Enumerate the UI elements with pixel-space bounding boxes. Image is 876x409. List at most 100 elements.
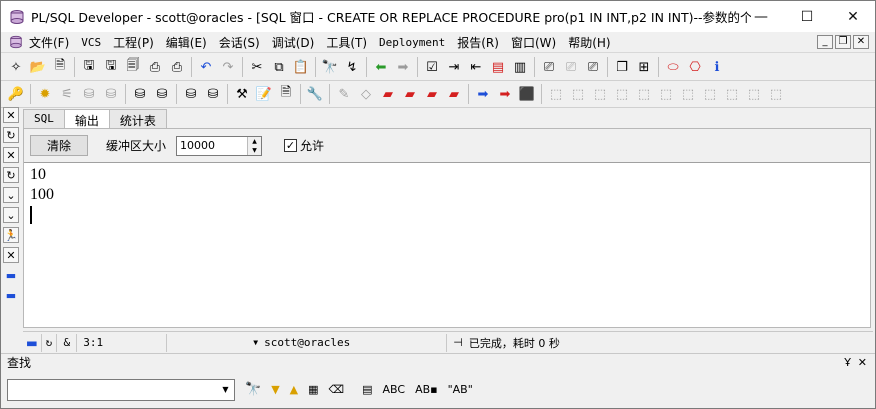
maximize-button[interactable]: ☐ [784,1,830,32]
stop-icon[interactable]: ⬛ [516,83,538,105]
layout-2-icon[interactable]: ▬ [3,287,19,303]
save-as-icon[interactable]: 🖫 [100,56,122,78]
arrow-right-red-icon[interactable]: ➡ [494,83,516,105]
brush-icon[interactable]: ✎ [333,83,355,105]
connection-selector[interactable]: ▼ scott@oracles [247,333,448,352]
highlight-all-icon[interactable]: ▦ [308,383,318,396]
binoculars-icon[interactable]: 🔭 [245,382,261,397]
allow-checkbox-box[interactable]: ✓ [284,139,298,152]
macro-5-icon[interactable]: ⬚ [633,83,655,105]
find-next-down-icon[interactable]: ▼ [271,383,279,396]
reopen-icon[interactable]: 🗎 [49,56,71,78]
commit-icon[interactable]: ⛁ [78,83,100,105]
print-icon[interactable]: ⎙ [144,56,166,78]
book-yellow-icon[interactable]: ▰ [399,83,421,105]
macro-3-icon[interactable]: ⬚ [589,83,611,105]
menu-file[interactable]: 文件(F) [23,34,75,51]
close-panel-3-icon[interactable]: ✕ [3,247,19,263]
selection-only-icon[interactable]: ▤ [362,383,372,396]
menu-tools[interactable]: 工具(T) [320,34,373,51]
open-icon[interactable]: 📂 [27,56,49,78]
find-prev-up-icon[interactable]: ▲ [290,383,298,396]
macro-11-icon[interactable]: ⬚ [765,83,787,105]
mdi-restore-button[interactable]: ❐ [835,35,851,49]
expand-icon[interactable]: ⌄ [3,207,19,223]
save-all-icon[interactable]: 🗐 [122,56,144,78]
book-icon[interactable]: ▰ [377,83,399,105]
info-icon[interactable]: ℹ [706,56,728,78]
cut-icon[interactable]: ✂ [246,56,268,78]
pin-icon[interactable]: Ұ [844,356,851,369]
paste-icon[interactable]: 📋 [290,56,312,78]
macro-9-icon[interactable]: ⬚ [721,83,743,105]
menu-reports[interactable]: 报告(R) [451,34,505,51]
redo-icon[interactable]: ↷ [217,56,239,78]
db-dropdown-icon[interactable]: ⛁ [151,83,173,105]
close-button[interactable]: ✕ [830,1,876,32]
menu-vcs[interactable]: VCS [75,36,107,49]
buffer-size-spinner[interactable]: ▲ ▼ [247,136,262,155]
find-icon[interactable]: 🔭 [319,56,341,78]
breakpoint-icon[interactable]: ⎚ [538,56,560,78]
compare-icon[interactable]: ⚒ [231,83,253,105]
close-panel-2-icon[interactable]: ✕ [3,147,19,163]
execute-icon[interactable]: ✹ [34,83,56,105]
whole-word-icon[interactable]: AB▪ [415,383,438,396]
check-syntax-icon[interactable]: ☑ [421,56,443,78]
menu-deployment[interactable]: Deployment [373,36,451,49]
book-edit-icon[interactable]: ▰ [443,83,465,105]
eraser-icon[interactable]: ◇ [355,83,377,105]
refresh-icon[interactable]: ↻ [3,127,19,143]
run-icon[interactable]: 🏃 [3,227,19,243]
macro-4-icon[interactable]: ⬚ [611,83,633,105]
minimize-button[interactable]: — [738,1,784,32]
mdi-minimize-button[interactable]: _ [817,35,833,49]
menu-window[interactable]: 窗口(W) [505,34,562,51]
macro-6-icon[interactable]: ⬚ [655,83,677,105]
explain-plan-icon[interactable]: ⛁ [180,83,202,105]
regex-icon[interactable]: "AB" [448,383,473,396]
uncomment-icon[interactable]: ▥ [509,56,531,78]
find-input[interactable]: ▼ [7,378,235,401]
arrow-right-blue-icon[interactable]: ➡ [472,83,494,105]
mdi-close-button[interactable]: ✕ [853,35,869,49]
tile-icon[interactable]: ⊞ [633,56,655,78]
step-icon[interactable]: ⎚ [560,56,582,78]
menu-debug[interactable]: 调试(D) [266,34,321,51]
match-case-icon[interactable]: ABC [383,383,406,396]
indent-icon[interactable]: ⇥ [443,56,465,78]
oracle-icon[interactable]: ⬭ [662,56,684,78]
export-icon[interactable]: 🗎 [275,83,297,105]
allow-checkbox[interactable]: ✓ 允许 [284,137,324,154]
print-setup-icon[interactable]: ⎙ [166,56,188,78]
clear-button[interactable]: 清除 [30,135,88,156]
comment-icon[interactable]: ▤ [487,56,509,78]
tab-output[interactable]: 输出 [63,109,110,129]
save-icon[interactable]: 🖫 [78,56,100,78]
pdf-icon[interactable]: ⎔ [684,56,706,78]
macro-2-icon[interactable]: ⬚ [567,83,589,105]
buffer-size-input[interactable]: 10000 ▲ ▼ [176,135,263,156]
forward-icon[interactable]: ➡ [392,56,414,78]
find-dropdown-icon[interactable]: ▼ [217,380,234,400]
tab-statistics[interactable]: 统计表 [108,109,167,129]
layout-icon[interactable]: ▬ [3,267,19,283]
menu-help[interactable]: 帮助(H) [562,34,616,51]
close-panel-icon[interactable]: ✕ [3,107,19,123]
unindent-icon[interactable]: ⇤ [465,56,487,78]
macro-7-icon[interactable]: ⬚ [677,83,699,105]
break-icon[interactable]: ⚟ [56,83,78,105]
rollback-icon[interactable]: ⛁ [100,83,122,105]
layout-icon[interactable]: ▬ [23,333,42,352]
dbms-output-text[interactable]: 10 100 [24,162,870,327]
new-icon[interactable]: ✧ [5,56,27,78]
clear-highlight-icon[interactable]: ⌫ [329,383,345,396]
sql-db-icon[interactable]: ⛁ [129,83,151,105]
watch-icon[interactable]: ⎚ [582,56,604,78]
cascade-icon[interactable]: ❐ [611,56,633,78]
macro-1-icon[interactable]: ⬚ [545,83,567,105]
collapse-icon[interactable]: ⌄ [3,187,19,203]
refresh-status-icon[interactable]: ↻ [42,333,58,352]
find-close-icon[interactable]: ✕ [858,356,867,369]
book-pen-icon[interactable]: ▰ [421,83,443,105]
